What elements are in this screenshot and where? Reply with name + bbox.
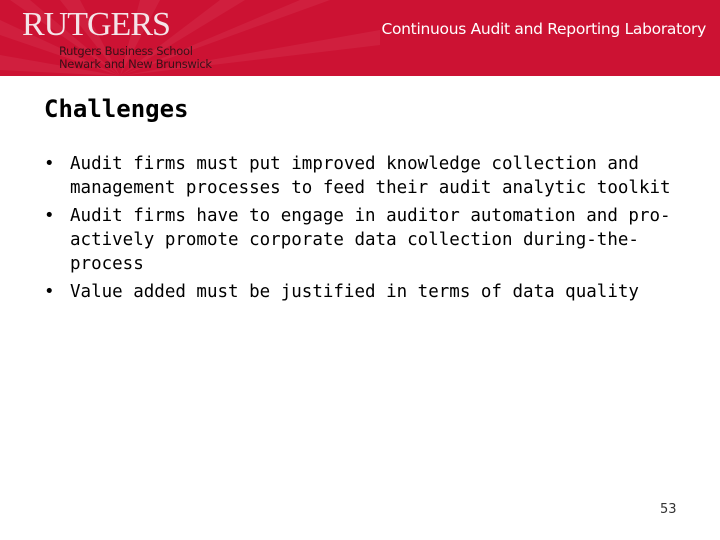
bullet-text: Audit firms must put improved knowledge … [70, 154, 671, 198]
page-number: 53 [660, 502, 677, 517]
school-line-2: Newark and New Brunswick [59, 57, 212, 71]
header-banner: RUTGERS Rutgers Business School Newark a… [0, 0, 720, 76]
lab-title: Continuous Audit and Reporting Laborator… [381, 20, 706, 38]
bullet-icon: • [44, 282, 55, 302]
bullet-text: Audit firms have to engage in auditor au… [70, 206, 671, 274]
bullet-item: • Audit firms have to engage in auditor a… [44, 204, 694, 276]
bullet-text: Value added must be justified in terms o… [70, 282, 639, 302]
slide-title: Challenges [44, 95, 189, 123]
bullet-icon: • [44, 154, 55, 174]
bullet-item: • Value added must be justified in terms … [44, 280, 694, 304]
bullet-icon: • [44, 206, 55, 226]
bullet-list: • Audit firms must put improved knowledge… [44, 152, 694, 308]
rutgers-logo: RUTGERS [22, 6, 171, 43]
bullet-item: • Audit firms must put improved knowledge… [44, 152, 694, 200]
school-name: Rutgers Business School Newark and New B… [59, 45, 212, 71]
